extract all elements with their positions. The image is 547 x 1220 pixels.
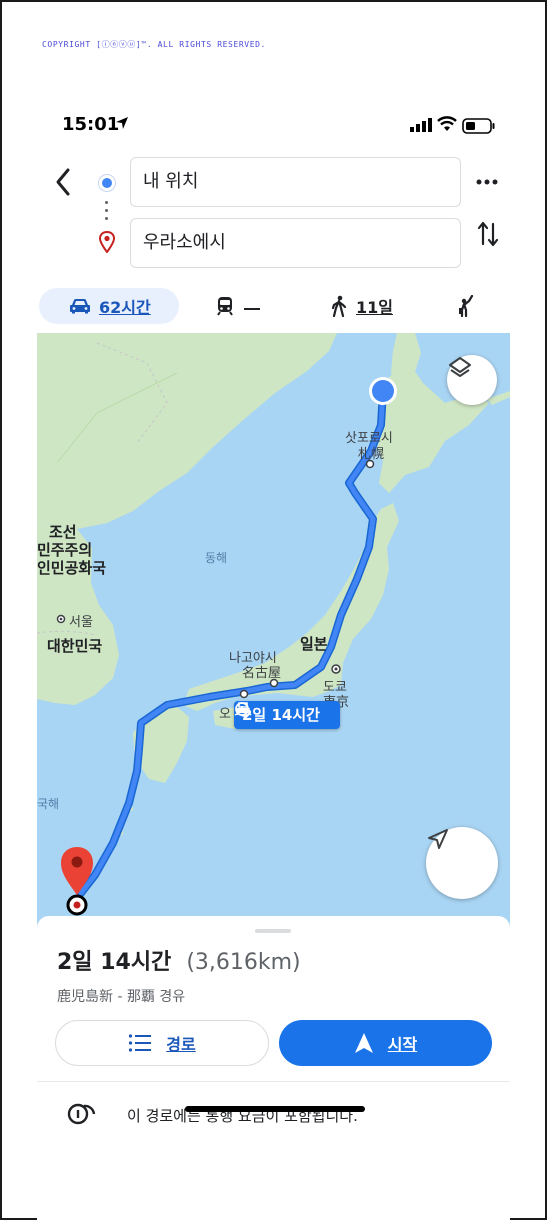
list-icon bbox=[128, 1033, 152, 1053]
more-options-icon[interactable] bbox=[475, 172, 499, 192]
start-button[interactable]: 시작 bbox=[279, 1020, 492, 1066]
route-map[interactable]: 삿포로시 札幌 조선 민주주의 인민공화국 동해 서울 대한민국 나고야시 名古… bbox=[37, 333, 510, 933]
walking-icon bbox=[331, 295, 347, 317]
location-arrow-icon bbox=[116, 117, 128, 129]
sheet-drag-handle[interactable] bbox=[255, 929, 291, 933]
steps-button[interactable]: 경로 bbox=[55, 1020, 269, 1066]
callout-duration: 2일 14시간 bbox=[242, 706, 320, 724]
hailing-person-icon bbox=[459, 295, 474, 317]
destination-field[interactable]: 우라소에시 bbox=[130, 218, 461, 268]
copyright-watermark: COPYRIGHT [ⓘⓝⓥⓤ]™. ALL RIGHTS RESERVED. bbox=[42, 40, 266, 49]
route-duration-callout[interactable]: 2일 14시간 bbox=[234, 701, 340, 729]
destination-pin-icon bbox=[99, 231, 115, 253]
sheet-divider bbox=[37, 1081, 510, 1082]
map-label-korea: 대한민국 bbox=[47, 637, 103, 655]
route-distance: (3,616km) bbox=[186, 950, 301, 975]
toll-icon bbox=[67, 1103, 96, 1125]
tab-ride-hailing[interactable] bbox=[456, 288, 476, 324]
layers-button[interactable] bbox=[447, 355, 497, 405]
wifi-icon bbox=[437, 116, 457, 131]
steps-label: 경로 bbox=[166, 1035, 196, 1054]
recenter-button[interactable] bbox=[426, 827, 498, 899]
walking-duration: 11일 bbox=[356, 298, 393, 317]
battery-icon bbox=[462, 118, 495, 134]
map-label-east-sea: 동해 bbox=[205, 551, 228, 565]
tab-walking[interactable]: 11일 bbox=[330, 288, 393, 324]
map-label-nagoya-ja: 名古屋 bbox=[242, 666, 282, 681]
navigation-arrow-icon bbox=[428, 829, 448, 849]
map-label-dprk-line3: 인민공화국 bbox=[37, 559, 107, 577]
status-time: 15:01 bbox=[62, 114, 120, 135]
status-bar: 15:01 bbox=[0, 112, 547, 140]
route-sheet: 2일 14시간 (3,616km) 鹿児島新 - 那覇 경유 경로 시작 이 경… bbox=[37, 916, 510, 1220]
tab-transit[interactable] bbox=[216, 288, 260, 324]
origin-dot-icon bbox=[99, 175, 115, 191]
navigation-start-icon bbox=[354, 1032, 374, 1054]
swap-locations-icon[interactable] bbox=[476, 219, 500, 249]
car-icon bbox=[70, 299, 90, 314]
route-via: 鹿児島新 - 那覇 경유 bbox=[57, 989, 186, 1005]
map-label-south-sea: 국해 bbox=[37, 797, 60, 811]
train-icon bbox=[217, 297, 233, 316]
map-label-japan: 일본 bbox=[300, 635, 328, 653]
map-label-osaka-partial: 오 bbox=[219, 707, 231, 722]
travel-mode-bar: 62시간 11일 bbox=[0, 288, 547, 328]
tab-driving[interactable]: 62시간 bbox=[39, 288, 179, 324]
cellular-signal-icon bbox=[410, 118, 432, 132]
map-label-sapporo-ja: 札幌 bbox=[358, 447, 385, 462]
origin-field[interactable]: 내 위치 bbox=[130, 157, 461, 207]
route-duration: 2일 14시간 bbox=[57, 950, 172, 975]
redaction-bar bbox=[185, 1106, 365, 1112]
back-arrow-icon[interactable] bbox=[50, 166, 78, 198]
driving-duration: 62시간 bbox=[99, 298, 151, 317]
route-connector-dots bbox=[105, 201, 109, 225]
transit-unavailable-dash bbox=[244, 308, 260, 310]
route-summary: 2일 14시간 (3,616km) bbox=[57, 944, 301, 976]
map-label-seoul: 서울 bbox=[69, 615, 93, 630]
start-label: 시작 bbox=[387, 1035, 418, 1054]
layers-icon bbox=[449, 357, 471, 377]
